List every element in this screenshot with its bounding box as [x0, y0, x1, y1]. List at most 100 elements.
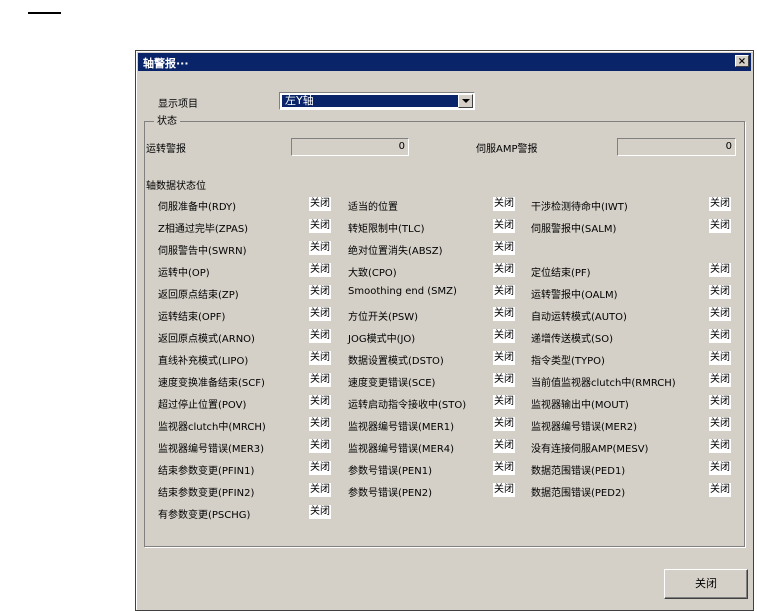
state-value-badge: 关闭 — [493, 219, 515, 233]
state-label: 伺服警告中(SWRN) — [158, 246, 247, 257]
state-value-badge: 关闭 — [493, 417, 515, 431]
close-button[interactable]: 关闭 — [664, 569, 748, 599]
state-label: 数据设置模式(DSTO) — [348, 356, 444, 367]
state-value-badge: 关闭 — [709, 329, 731, 343]
running-alarm-field: 0 — [291, 138, 409, 156]
state-label: 指令类型(TYPO) — [531, 356, 605, 367]
state-label: 参数号错误(PEN2) — [348, 488, 432, 499]
state-label: JOG模式中(JO) — [348, 334, 416, 345]
state-label: 超过停止位置(POV) — [158, 400, 247, 411]
state-label: 监视器编号错误(MER1) — [348, 422, 455, 433]
state-label: 伺服准备中(RDY) — [158, 202, 237, 213]
state-value-badge: 关闭 — [493, 439, 515, 453]
display-item-label: 显示项目 — [158, 99, 198, 110]
state-value-badge: 关闭 — [709, 197, 731, 211]
state-label: 自动运转模式(AUTO) — [531, 312, 627, 323]
state-label: 干涉检测待命中(IWT) — [531, 202, 628, 213]
state-label: 数据范围错误(PED2) — [531, 488, 626, 499]
axis-alarm-dialog: 轴警报··· × 显示项目 左Y轴 状态 运转警报 0 伺服AMP警报 0 轴数… — [135, 50, 754, 611]
state-value-badge: 关闭 — [309, 241, 331, 255]
state-label: 直线补充模式(LIPO) — [158, 356, 249, 367]
state-label: 转矩限制中(TLC) — [348, 224, 425, 235]
state-value-badge: 关闭 — [309, 505, 331, 519]
state-value-badge: 关闭 — [709, 351, 731, 365]
state-value-badge: 关闭 — [709, 219, 731, 233]
state-value-badge: 关闭 — [493, 373, 515, 387]
state-value-badge: 关闭 — [309, 373, 331, 387]
state-value-badge: 关闭 — [709, 285, 731, 299]
dialog-title: 轴警报··· — [143, 57, 189, 70]
state-label: 适当的位置 — [348, 202, 398, 213]
servo-amp-alarm-field: 0 — [617, 138, 736, 156]
state-value-badge: 关闭 — [493, 351, 515, 365]
state-label: 当前值监视器clutch中(RMRCH) — [531, 378, 676, 389]
state-value-badge: 关闭 — [709, 263, 731, 277]
state-value-badge: 关闭 — [493, 461, 515, 475]
display-item-value: 左Y轴 — [282, 95, 458, 107]
state-label: 伺服警报中(SALM) — [531, 224, 617, 235]
state-label: 绝对位置消失(ABSZ) — [348, 246, 443, 257]
state-label: 返回原点模式(ARNO) — [158, 334, 255, 345]
state-label: 递增传送模式(SO) — [531, 334, 614, 345]
display-item-select[interactable]: 左Y轴 — [279, 92, 475, 110]
state-label: 定位结束(PF) — [531, 268, 591, 279]
state-value-badge: 关闭 — [493, 329, 515, 343]
state-label: 运转结束(OPF) — [158, 312, 226, 323]
state-label: 返回原点结束(ZP) — [158, 290, 239, 301]
state-label: 大致(CPO) — [348, 268, 397, 279]
state-label: 数据范围错误(PED1) — [531, 466, 626, 477]
state-value-badge: 关闭 — [309, 219, 331, 233]
state-label: 运转中(OP) — [158, 268, 210, 279]
state-label: 有参数变更(PSCHG) — [158, 510, 251, 521]
state-value-badge: 关闭 — [309, 263, 331, 277]
close-icon[interactable]: × — [735, 55, 749, 67]
state-value-badge: 关闭 — [709, 417, 731, 431]
servo-amp-alarm-label: 伺服AMP警报 — [476, 144, 538, 155]
state-label: 方位开关(PSW) — [348, 312, 419, 323]
state-value-badge: 关闭 — [309, 329, 331, 343]
state-label: 没有连接伺服AMP(MESV) — [531, 444, 649, 455]
top-left-line — [28, 12, 61, 14]
state-label: 参数号错误(PEN1) — [348, 466, 432, 477]
state-value-badge: 关闭 — [309, 439, 331, 453]
state-label: Z相通过完毕(ZPAS) — [158, 224, 249, 235]
state-value-badge: 关闭 — [709, 373, 731, 387]
state-value-badge: 关闭 — [709, 461, 731, 475]
state-value-badge: 关闭 — [709, 439, 731, 453]
state-label: 速度变更错误(SCE) — [348, 378, 436, 389]
chevron-down-icon[interactable] — [458, 94, 473, 108]
state-label: 运转警报中(OALM) — [531, 290, 618, 301]
state-value-badge: 关闭 — [709, 395, 731, 409]
state-value-badge: 关闭 — [309, 197, 331, 211]
running-alarm-label: 运转警报 — [146, 144, 186, 155]
state-value-badge: 关闭 — [309, 395, 331, 409]
state-value-badge: 关闭 — [309, 307, 331, 321]
state-value-badge: 关闭 — [709, 483, 731, 497]
state-value-badge: 关闭 — [493, 307, 515, 321]
state-value-badge: 关闭 — [493, 197, 515, 211]
state-value-badge: 关闭 — [493, 483, 515, 497]
state-label: 监视器输出中(MOUT) — [531, 400, 629, 411]
state-value-badge: 关闭 — [309, 285, 331, 299]
state-value-badge: 关闭 — [309, 483, 331, 497]
state-label: 运转启动指令接收中(STO) — [348, 400, 467, 411]
state-value-badge: 关闭 — [309, 417, 331, 431]
state-label: 结束参数变更(PFIN1) — [158, 466, 255, 477]
state-value-badge: 关闭 — [309, 461, 331, 475]
state-label: 监视器编号错误(MER4) — [348, 444, 455, 455]
state-value-badge: 关闭 — [493, 263, 515, 277]
state-value-badge: 关闭 — [709, 307, 731, 321]
state-label: 速度变换准备结束(SCF) — [158, 378, 265, 389]
state-label: Smoothing end (SMZ) — [348, 286, 457, 297]
state-value-badge: 关闭 — [493, 395, 515, 409]
state-label: 监视器clutch中(MRCH) — [158, 422, 266, 433]
state-label: 结束参数变更(PFIN2) — [158, 488, 255, 499]
state-label: 监视器编号错误(MER3) — [158, 444, 265, 455]
axis-state-label: 轴数据状态位 — [146, 181, 206, 192]
title-bar[interactable]: 轴警报··· × — [138, 53, 751, 71]
state-value-badge: 关闭 — [493, 241, 515, 255]
status-group-label: 状态 — [154, 112, 180, 127]
state-value-badge: 关闭 — [493, 285, 515, 299]
state-label: 监视器编号错误(MER2) — [531, 422, 638, 433]
state-value-badge: 关闭 — [309, 351, 331, 365]
